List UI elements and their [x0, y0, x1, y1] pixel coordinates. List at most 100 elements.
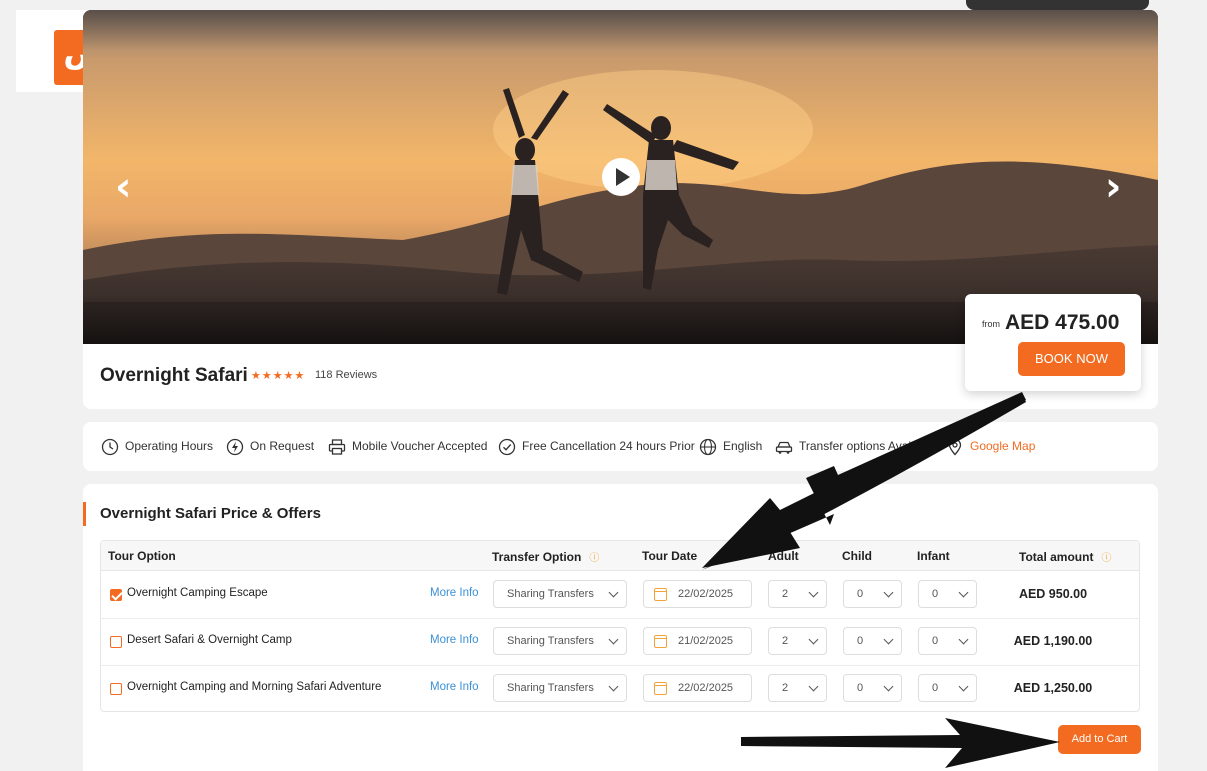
google-map-link[interactable]: Google Map: [946, 437, 1035, 456]
feature-transfer: Transfer options Available: [775, 437, 936, 455]
col-label: Adult: [768, 549, 799, 563]
lightning-icon: [226, 438, 244, 456]
feature-label: On Request: [250, 439, 315, 453]
feature-label: Transfer options Available: [799, 439, 937, 453]
calendar-icon: [654, 635, 667, 648]
col-tour-date: Tour Date: [642, 549, 697, 563]
infant-select[interactable]: 0: [918, 580, 977, 608]
date-value: 22/02/2025: [678, 588, 734, 600]
infant-select[interactable]: 0: [918, 627, 977, 655]
infant-select[interactable]: 0: [918, 674, 977, 702]
more-info-link[interactable]: More Info: [430, 587, 479, 599]
col-infant: Infant: [917, 549, 950, 563]
chevron-down-icon: [883, 587, 894, 598]
feature-operating-hours: Operating Hours: [101, 437, 213, 455]
total-amount: AED 1,190.00: [1013, 634, 1093, 648]
offers-table: Tour Option Transfer Option ⓘ Tour Date A…: [100, 540, 1140, 712]
play-video-button[interactable]: [602, 158, 640, 196]
price-from-label: from: [982, 319, 1000, 329]
chevron-down-icon: [808, 634, 819, 645]
more-info-link[interactable]: More Info: [430, 634, 479, 646]
select-value: 2: [782, 588, 789, 600]
offers-section: Overnight Safari Price & Offers Tour Opt…: [83, 484, 1158, 771]
select-value: 0: [857, 635, 864, 647]
feature-label: Mobile Voucher Accepted: [352, 439, 488, 453]
feature-mobile-voucher: Mobile Voucher Accepted: [328, 437, 487, 455]
table-header: Tour Option Transfer Option ⓘ Tour Date A…: [101, 541, 1139, 571]
option-checkbox[interactable]: [110, 636, 122, 648]
select-value: 2: [782, 635, 789, 647]
section-accent-bar: [83, 502, 86, 526]
chevron-down-icon: [608, 634, 619, 645]
child-select[interactable]: 0: [843, 627, 902, 655]
col-transfer-option: Transfer Option ⓘ: [492, 549, 599, 564]
clock-icon: [101, 438, 119, 456]
add-to-cart-button[interactable]: Add to Cart: [1058, 725, 1141, 754]
col-total-amount: Total amount ⓘ: [1019, 549, 1111, 564]
table-row: Desert Safari & Overnight Camp More Info…: [101, 619, 1139, 666]
date-value: 22/02/2025: [678, 682, 734, 694]
reviews-count[interactable]: 118 Reviews: [315, 369, 377, 381]
feature-label[interactable]: Google Map: [970, 439, 1035, 453]
select-value: 0: [932, 682, 939, 694]
check-circle-icon: [498, 438, 516, 456]
next-slide-arrow[interactable]: ›: [1105, 167, 1121, 207]
header-bar-fragment: [966, 0, 1149, 10]
child-select[interactable]: 0: [843, 674, 902, 702]
col-label: Child: [842, 549, 872, 563]
info-icon[interactable]: ⓘ: [1101, 553, 1111, 564]
feature-language: English: [699, 437, 762, 455]
transfer-select[interactable]: Sharing Transfers: [493, 580, 627, 608]
adult-select[interactable]: 2: [768, 674, 827, 702]
child-select[interactable]: 0: [843, 580, 902, 608]
price-card: from AED 475.00 BOOK NOW: [965, 294, 1141, 391]
total-amount: AED 1,250.00: [1013, 681, 1093, 695]
transfer-select[interactable]: Sharing Transfers: [493, 627, 627, 655]
select-value: 0: [932, 635, 939, 647]
adult-select[interactable]: 2: [768, 627, 827, 655]
prev-slide-arrow[interactable]: ‹: [115, 167, 131, 207]
more-info-link[interactable]: More Info: [430, 681, 479, 693]
col-label: Tour Option: [108, 549, 176, 563]
printer-icon: [328, 438, 346, 456]
globe-icon: [699, 438, 717, 456]
page-title: Overnight Safari: [100, 365, 248, 386]
adult-select[interactable]: 2: [768, 580, 827, 608]
chevron-down-icon: [958, 634, 969, 645]
chevron-down-icon: [958, 587, 969, 598]
info-icon[interactable]: ⓘ: [589, 553, 599, 564]
price-value: AED 475.00: [1005, 311, 1120, 334]
table-row: Overnight Camping Escape More Info Shari…: [101, 572, 1139, 619]
feature-label: English: [723, 439, 763, 453]
col-label: Transfer Option: [492, 550, 582, 564]
offers-title: Overnight Safari Price & Offers: [100, 505, 321, 522]
features-bar: Operating Hours On Request Mobile Vouche…: [83, 422, 1158, 471]
calendar-icon: [654, 682, 667, 695]
select-value: 0: [857, 682, 864, 694]
chevron-down-icon: [808, 681, 819, 692]
map-pin-icon: [946, 438, 964, 456]
tour-date-picker[interactable]: 21/02/2025: [643, 627, 752, 655]
feature-label: Operating Hours: [125, 439, 214, 453]
col-tour-option: Tour Option: [108, 549, 176, 563]
book-now-button[interactable]: BOOK NOW: [1018, 342, 1125, 376]
table-row: Overnight Camping and Morning Safari Adv…: [101, 666, 1139, 713]
tour-date-picker[interactable]: 22/02/2025: [643, 580, 752, 608]
col-label: Tour Date: [642, 549, 698, 563]
transfer-select[interactable]: Sharing Transfers: [493, 674, 627, 702]
chevron-down-icon: [608, 587, 619, 598]
select-value: Sharing Transfers: [507, 635, 594, 647]
rating-stars-icon: ★★★★★: [251, 370, 306, 382]
option-name: Desert Safari & Overnight Camp: [127, 634, 292, 646]
option-checkbox[interactable]: [110, 683, 122, 695]
tour-date-picker[interactable]: 22/02/2025: [643, 674, 752, 702]
option-checkbox[interactable]: [110, 589, 122, 601]
option-name: Overnight Camping and Morning Safari Adv…: [127, 681, 382, 693]
feature-on-request: On Request: [226, 437, 314, 455]
chevron-down-icon: [808, 587, 819, 598]
chevron-down-icon: [883, 681, 894, 692]
chevron-down-icon: [958, 681, 969, 692]
calendar-icon: [654, 588, 667, 601]
select-value: Sharing Transfers: [507, 682, 594, 694]
total-amount: AED 950.00: [1018, 587, 1088, 601]
